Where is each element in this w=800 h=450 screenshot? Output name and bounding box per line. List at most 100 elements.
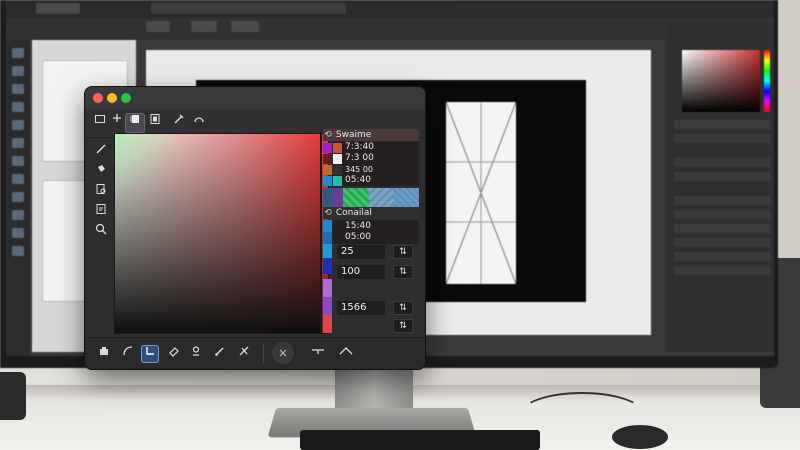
- toolbar-divider: [263, 344, 264, 364]
- eraser-icon[interactable]: [165, 345, 183, 363]
- brush-icon[interactable]: [93, 143, 109, 159]
- bg-tool: [12, 138, 24, 148]
- swatch-value: 05:40: [345, 175, 371, 185]
- color-gradient-field[interactable]: [114, 133, 321, 334]
- value-field-a[interactable]: 25: [337, 245, 385, 259]
- bg-url-bar: [151, 3, 346, 14]
- zoom-window-button[interactable]: [121, 93, 131, 103]
- bg-tool: [12, 210, 24, 220]
- brush-icon[interactable]: [211, 345, 229, 363]
- plus-icon[interactable]: [107, 113, 127, 133]
- conditional-header: ⟲ Conailal: [323, 207, 419, 219]
- swatch-value: 7:3:40: [345, 142, 374, 152]
- texture-swatch[interactable]: [343, 188, 369, 208]
- conditional-title: Conailal: [335, 208, 372, 218]
- bg-panel-row: [674, 224, 770, 233]
- bg-tab: [36, 3, 80, 14]
- bg-panel-row: [674, 196, 770, 205]
- pen-curve-icon[interactable]: [119, 345, 137, 363]
- speaker-left: [0, 372, 26, 420]
- swirl-icon: ⟲: [324, 130, 332, 140]
- bg-artboard-panel: [445, 101, 517, 285]
- box-icon[interactable]: [145, 113, 165, 133]
- bg-option: [231, 21, 259, 32]
- swatch-chip[interactable]: [323, 165, 332, 175]
- swatch-value: 7:3 00: [345, 153, 374, 163]
- swatches-header: ⟲ Swaime: [323, 129, 419, 141]
- bg-option: [146, 21, 170, 32]
- pin-icon[interactable]: [187, 345, 205, 363]
- swap-button[interactable]: ⇅: [393, 301, 413, 315]
- close-window-button[interactable]: [93, 93, 103, 103]
- bg-tool: [12, 66, 24, 76]
- color-strip: [323, 244, 332, 258]
- text-doc-icon[interactable]: [93, 203, 109, 219]
- keyboard: [300, 430, 540, 450]
- color-strip: [323, 279, 332, 297]
- swatches-section: ⟲ Swaime 7:3:40 7:3 00 345 00 05:40: [323, 129, 419, 209]
- minimize-window-button[interactable]: [107, 93, 117, 103]
- swap-button[interactable]: ⇅: [393, 245, 413, 259]
- swap-button[interactable]: ⇅: [393, 319, 413, 333]
- conditional-line-1: 15:40: [345, 221, 371, 231]
- bg-tool: [12, 84, 24, 94]
- bg-app-menubar: [6, 0, 774, 18]
- bg-panel-row: [674, 120, 770, 129]
- fill-icon[interactable]: [125, 113, 145, 133]
- bg-panel-row: [674, 210, 770, 219]
- bg-panel-row: [674, 238, 770, 247]
- conditional-line-2: 05:00: [345, 232, 371, 242]
- gradient-highlight: [115, 134, 175, 194]
- bottom-toolbar: [85, 337, 425, 369]
- swap-button[interactable]: ⇅: [393, 265, 413, 279]
- swatch-chip[interactable]: [333, 154, 342, 164]
- bg-color-gradient: [682, 50, 760, 112]
- swatch-chip[interactable]: [323, 188, 333, 208]
- zoom-doc-icon[interactable]: [93, 183, 109, 199]
- swatch-chip[interactable]: [323, 176, 332, 186]
- swatch-chip[interactable]: [333, 143, 342, 153]
- bg-tool: [12, 120, 24, 130]
- swatch-value: 345 00: [345, 165, 373, 174]
- bg-tools-panel: [6, 40, 30, 356]
- swirl-icon: ⟲: [324, 208, 332, 218]
- bg-tool: [12, 246, 24, 256]
- eyedropper-icon[interactable]: [169, 113, 189, 133]
- tray-icon[interactable]: [95, 345, 113, 363]
- texture-swatch[interactable]: [333, 188, 343, 208]
- bg-panel-row: [674, 252, 770, 261]
- bg-panel-row: [674, 134, 770, 143]
- bg-tool: [12, 156, 24, 166]
- bg-panel-row: [674, 266, 770, 275]
- texture-swatch[interactable]: [393, 188, 419, 208]
- swatch-chip[interactable]: [323, 154, 332, 164]
- bg-panel-row: [674, 172, 770, 181]
- corner-icon[interactable]: [141, 345, 159, 363]
- color-strip: [323, 297, 332, 315]
- swatch-chip[interactable]: [323, 143, 332, 153]
- swatch-chip[interactable]: [333, 165, 342, 175]
- bg-tool: [12, 228, 24, 238]
- line-tool-icon[interactable]: [309, 345, 327, 363]
- title-bar: [85, 87, 425, 109]
- color-strip: [323, 315, 332, 333]
- x-icon[interactable]: [272, 342, 294, 364]
- texture-swatch[interactable]: [369, 188, 393, 208]
- color-picker-window: ⟲ Swaime 7:3:40 7:3 00 345 00 05:40 ⟲ Co…: [85, 87, 425, 369]
- value-field-b[interactable]: 100: [337, 265, 385, 279]
- color-strip: [323, 258, 332, 274]
- bg-tool: [12, 48, 24, 58]
- value-field-c[interactable]: 1566: [337, 301, 385, 315]
- bg-option: [191, 21, 217, 32]
- cable: [520, 392, 644, 436]
- swatches-title: Swaime: [335, 130, 372, 140]
- bg-guides: [445, 101, 517, 285]
- swatch-chip[interactable]: [333, 176, 342, 186]
- chevron-up-icon[interactable]: [337, 345, 355, 363]
- color-strip: [323, 232, 332, 244]
- loop-icon[interactable]: [189, 113, 209, 133]
- cross-icon[interactable]: [235, 345, 253, 363]
- bucket-icon[interactable]: [93, 163, 109, 179]
- bg-tool: [12, 102, 24, 112]
- magnify-icon[interactable]: [93, 223, 109, 239]
